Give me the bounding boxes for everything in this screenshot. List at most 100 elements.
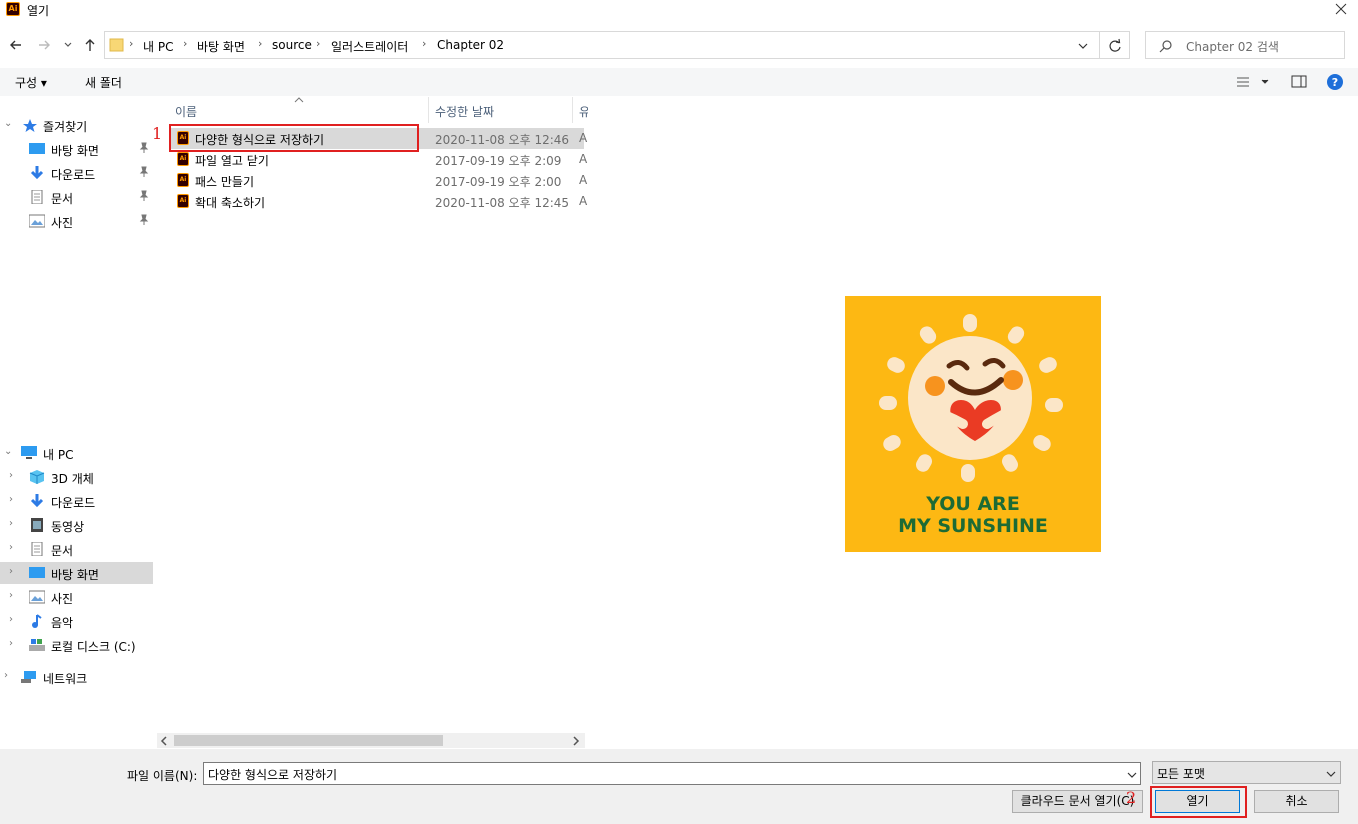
filename-label: 파일 이름(N): xyxy=(127,769,198,783)
chevron-down-icon[interactable] xyxy=(1077,40,1089,52)
pin-icon[interactable] xyxy=(139,166,149,178)
search-placeholder: Chapter 02 검색 xyxy=(1186,40,1279,54)
chevron-right-icon[interactable]: › xyxy=(9,590,13,601)
file-type-select[interactable]: 모든 포맷 xyxy=(1152,761,1341,784)
help-icon: ? xyxy=(1327,74,1343,90)
sidebar-item-desktop[interactable]: 바탕 화면 xyxy=(0,138,153,160)
sidebar-item-downloads[interactable]: 다운로드 xyxy=(0,162,153,184)
chevron-down-icon xyxy=(64,42,72,47)
chevron-right-icon[interactable]: › xyxy=(4,670,8,681)
pin-icon[interactable] xyxy=(139,190,149,202)
breadcrumb-separator: › xyxy=(316,37,321,50)
cancel-button[interactable]: 취소 xyxy=(1254,790,1339,813)
svg-text:?: ? xyxy=(1332,76,1338,89)
chevron-down-icon[interactable] xyxy=(1126,769,1138,781)
illustrator-file-icon: Ai xyxy=(177,173,189,187)
organize-button[interactable]: 구성 ▾ xyxy=(15,74,47,91)
illustrator-file-icon: Ai xyxy=(177,194,189,208)
breadcrumb-separator: › xyxy=(129,37,134,50)
scrollbar-thumb[interactable] xyxy=(174,735,443,746)
sort-ascending-icon xyxy=(294,97,304,103)
sidebar-item-quick-access[interactable]: ⌄ 즐겨찾기 xyxy=(0,114,153,136)
preview-text-line1: YOU ARE xyxy=(925,493,1020,515)
change-view-button[interactable] xyxy=(1235,74,1271,90)
close-button[interactable] xyxy=(1330,0,1352,18)
sidebar-item-this-pc[interactable]: ⌄ 내 PC xyxy=(0,442,153,464)
file-row[interactable]: Ai 파일 열고 닫기 2017-09-19 오후 2:09 A xyxy=(169,149,587,170)
chevron-right-icon[interactable]: › xyxy=(9,470,13,481)
recent-locations-button[interactable] xyxy=(62,38,74,52)
sidebar-item-pc-desktop[interactable]: › 바탕 화면 xyxy=(0,562,153,584)
sidebar-item-videos[interactable]: › 동영상 xyxy=(0,514,153,536)
download-icon xyxy=(30,166,44,180)
column-header-name[interactable]: 이름 xyxy=(175,103,197,120)
annotation-number-1: 1 xyxy=(152,124,163,143)
sidebar-item-3d-objects[interactable]: › 3D 개체 xyxy=(0,466,153,488)
breadcrumb-separator: › xyxy=(258,37,263,50)
breadcrumb-illustrator[interactable]: 일러스트레이터 xyxy=(331,38,408,55)
search-box[interactable]: Chapter 02 검색 xyxy=(1145,31,1345,59)
annotation-box-file xyxy=(169,124,419,152)
horizontal-scrollbar[interactable] xyxy=(157,733,585,748)
column-divider[interactable] xyxy=(428,97,429,123)
new-folder-button[interactable]: 새 폴더 xyxy=(85,74,122,91)
refresh-icon xyxy=(1109,38,1121,52)
computer-icon xyxy=(21,446,37,459)
chevron-down-icon[interactable]: ⌄ xyxy=(4,118,12,129)
back-button[interactable] xyxy=(6,35,26,55)
file-list: 이름 수정한 날짜 유 Ai 다양한 형식으로 저장하기 2020-11-08 … xyxy=(157,97,590,748)
refresh-button[interactable] xyxy=(1100,31,1130,59)
chevron-right-icon[interactable]: › xyxy=(9,518,13,529)
sidebar-item-pictures[interactable]: 사진 xyxy=(0,210,153,232)
sidebar-item-network[interactable]: › 네트워크 xyxy=(0,666,153,688)
forward-button[interactable] xyxy=(34,35,54,55)
cloud-documents-button[interactable]: 클라우드 문서 열기(C) xyxy=(1012,790,1143,813)
drive-icon xyxy=(29,639,45,651)
breadcrumb-this-pc[interactable]: 내 PC xyxy=(143,38,173,55)
arrow-right-icon xyxy=(39,40,50,50)
column-divider[interactable] xyxy=(572,97,573,123)
file-row[interactable]: Ai 확대 축소하기 2020-11-08 오후 12:45 A xyxy=(169,191,587,212)
breadcrumb-separator: › xyxy=(183,37,188,50)
annotation-box-open xyxy=(1150,786,1247,818)
pin-icon[interactable] xyxy=(139,142,149,154)
sidebar-item-documents[interactable]: 문서 xyxy=(0,186,153,208)
address-bar[interactable]: › 내 PC › 바탕 화면 › source › 일러스트레이터 › Chap… xyxy=(104,31,1100,59)
chevron-right-icon[interactable] xyxy=(571,736,581,746)
file-row[interactable]: Ai 패스 만들기 2017-09-19 오후 2:00 A xyxy=(169,170,587,191)
search-icon xyxy=(1159,40,1172,53)
view-details-icon xyxy=(1237,77,1269,87)
help-button[interactable]: ? xyxy=(1326,73,1344,91)
sidebar-item-pc-downloads[interactable]: › 다운로드 xyxy=(0,490,153,512)
video-icon xyxy=(31,518,43,532)
pin-icon[interactable] xyxy=(139,214,149,226)
chevron-left-icon[interactable] xyxy=(159,736,169,746)
download-icon xyxy=(30,494,44,508)
chevron-right-icon[interactable]: › xyxy=(9,614,13,625)
star-icon xyxy=(23,119,37,132)
chevron-right-icon[interactable]: › xyxy=(9,638,13,649)
up-button[interactable] xyxy=(80,35,100,55)
picture-icon xyxy=(29,590,45,604)
breadcrumb-source[interactable]: source xyxy=(272,38,312,52)
preview-text-line2: MY SUNSHINE xyxy=(898,515,1048,537)
annotation-number-2: 2 xyxy=(1126,788,1137,807)
chevron-right-icon[interactable]: › xyxy=(9,542,13,553)
breadcrumb-chapter02[interactable]: Chapter 02 xyxy=(437,38,504,52)
filename-input[interactable]: 다양한 형식으로 저장하기 xyxy=(203,762,1141,785)
chevron-down-icon[interactable]: ⌄ xyxy=(4,446,12,457)
column-header-modified[interactable]: 수정한 날짜 xyxy=(435,103,494,120)
sidebar-item-pc-pictures[interactable]: › 사진 xyxy=(0,586,153,608)
sidebar-item-local-disk[interactable]: › 로컬 디스크 (C:) xyxy=(0,634,153,656)
illustrator-app-icon: Ai xyxy=(6,2,20,16)
chevron-right-icon[interactable]: › xyxy=(9,494,13,505)
window-title: 열기 xyxy=(27,4,50,18)
document-icon xyxy=(31,542,43,556)
close-icon xyxy=(1335,3,1347,15)
sidebar-item-pc-documents[interactable]: › 문서 xyxy=(0,538,153,560)
arrow-left-icon xyxy=(10,40,21,50)
breadcrumb-desktop[interactable]: 바탕 화면 xyxy=(197,38,245,55)
preview-pane-button[interactable] xyxy=(1290,73,1308,91)
chevron-right-icon[interactable]: › xyxy=(9,566,13,577)
sidebar-item-music[interactable]: › 음악 xyxy=(0,610,153,632)
